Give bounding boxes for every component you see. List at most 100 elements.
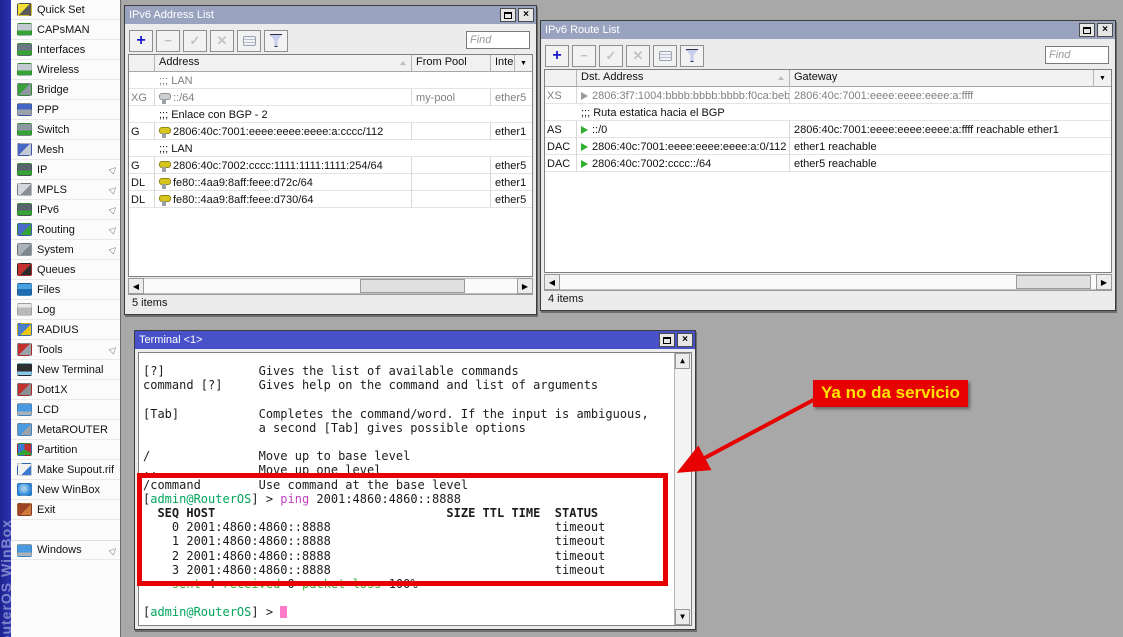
close-button[interactable]: ×: [677, 333, 693, 347]
sidebar-item-mesh[interactable]: Mesh: [11, 140, 120, 160]
filter-button[interactable]: [680, 45, 704, 67]
sidebar-item-partition[interactable]: Partition: [11, 440, 120, 460]
route-titlebar[interactable]: IPv6 Route List ×: [541, 21, 1115, 39]
enable-button[interactable]: ✓: [183, 30, 207, 52]
table-row[interactable]: G2806:40c:7001:eeee:eeee:eeee:a:cccc/112…: [129, 123, 532, 140]
interface-cell: ether1: [491, 174, 532, 191]
remove-button[interactable]: −: [572, 45, 596, 67]
close-button[interactable]: ×: [1097, 23, 1113, 37]
table-row[interactable]: ;;; LAN: [129, 72, 532, 89]
terminal-text: 2001:4860:4860::8888: [316, 492, 461, 506]
terminal-vscrollbar[interactable]: ▲ ▼: [674, 353, 691, 625]
scroll-left-icon[interactable]: ◀: [128, 278, 144, 294]
col-interface[interactable]: Interface: [491, 55, 515, 71]
terminal-text: [143, 577, 172, 591]
scroll-up-icon[interactable]: ▲: [675, 353, 690, 369]
sidebar-item-tools[interactable]: Tools▷: [11, 340, 120, 360]
close-button[interactable]: ×: [518, 8, 534, 22]
terminal-titlebar[interactable]: Terminal <1> ×: [135, 331, 695, 349]
col-from-pool[interactable]: From Pool: [412, 55, 491, 71]
table-row[interactable]: DLfe80::4aa9:8aff:feee:d730/64ether5: [129, 191, 532, 208]
filter-icon: [686, 49, 699, 62]
sidebar-item-new-winbox[interactable]: New WinBox: [11, 480, 120, 500]
table-row[interactable]: DAC2806:40c:7002:cccc::/64ether5 reachab…: [545, 155, 1111, 172]
maximize-button[interactable]: [659, 333, 675, 347]
sidebar-item-capsman[interactable]: CAPsMAN: [11, 20, 120, 40]
address-cell: 2806:40c:7002:cccc:1111:1111:1111:254/64: [155, 157, 412, 174]
scroll-left-icon[interactable]: ◀: [544, 274, 560, 290]
col-gateway[interactable]: Gateway: [790, 70, 1094, 86]
sidebar-item-routing[interactable]: Routing▷: [11, 220, 120, 240]
sidebar-item-radius[interactable]: RADIUS: [11, 320, 120, 340]
scroll-right-icon[interactable]: ▶: [1096, 274, 1112, 290]
sidebar-item-ipv6[interactable]: IPv6▷: [11, 200, 120, 220]
add-button[interactable]: +: [129, 30, 153, 52]
sidebar-item-mpls[interactable]: MPLS▷: [11, 180, 120, 200]
sidebar-item-lcd[interactable]: LCD: [11, 400, 120, 420]
table-row[interactable]: DAC2806:40c:7001:eeee:eeee:eeee:a:0/112e…: [545, 138, 1111, 155]
column-dropdown-button[interactable]: ▼: [515, 55, 532, 71]
table-row[interactable]: XG::/64my-poolether5: [129, 89, 532, 106]
disable-button[interactable]: ✕: [210, 30, 234, 52]
address-hscrollbar[interactable]: ◀ ▶: [128, 278, 533, 294]
col-address[interactable]: Address: [155, 55, 412, 71]
scroll-thumb[interactable]: [360, 279, 464, 293]
submenu-arrow-icon: ▷: [107, 163, 120, 176]
flags-cell: DL: [129, 191, 155, 208]
maximize-button[interactable]: [500, 8, 516, 22]
terminal-text: 2 2001:4860:4860::8888 timeout: [143, 549, 605, 563]
table-row[interactable]: XS2806:3f7:1004:bbbb:bbbb:bbbb:f0ca:bebe…: [545, 87, 1111, 104]
comment-button[interactable]: [237, 30, 261, 52]
files-icon: [17, 283, 32, 296]
sidebar-item-system[interactable]: System▷: [11, 240, 120, 260]
scroll-down-icon[interactable]: ▼: [675, 609, 690, 625]
sidebar-item-switch[interactable]: Switch: [11, 120, 120, 140]
sidebar-item-new-terminal[interactable]: New Terminal: [11, 360, 120, 380]
terminal-output[interactable]: ▲ ▼ [?] Gives the list of available comm…: [138, 352, 692, 626]
col-flags[interactable]: [545, 70, 577, 86]
table-row[interactable]: ;;; Enlace con BGP - 2: [129, 106, 532, 123]
terminal-line: 3 2001:4860:4860::8888 timeout: [143, 563, 671, 577]
route-hscrollbar[interactable]: ◀ ▶: [544, 274, 1112, 290]
sidebar-item-exit[interactable]: Exit: [11, 500, 120, 520]
sidebar-item-ip[interactable]: IP▷: [11, 160, 120, 180]
table-row[interactable]: ;;; Ruta estatica hacia el BGP: [545, 104, 1111, 121]
remove-button[interactable]: −: [156, 30, 180, 52]
col-dst-address[interactable]: Dst. Address: [577, 70, 790, 86]
sidebar-item-dot1x[interactable]: Dot1X: [11, 380, 120, 400]
table-row[interactable]: ;;; LAN: [129, 140, 532, 157]
maximize-button[interactable]: [1079, 23, 1095, 37]
add-button[interactable]: +: [545, 45, 569, 67]
route-icon: [581, 160, 588, 168]
find-input[interactable]: [1045, 46, 1109, 64]
terminal-line: a second [Tab] gives possible options: [143, 421, 671, 435]
submenu-arrow-icon: ▷: [107, 183, 120, 196]
disable-button[interactable]: ✕: [626, 45, 650, 67]
find-input[interactable]: [466, 31, 530, 49]
sidebar-item-ppp[interactable]: PPP: [11, 100, 120, 120]
sidebar-item-wireless[interactable]: Wireless: [11, 60, 120, 80]
sidebar-item-make-supout[interactable]: Make Supout.rif: [11, 460, 120, 480]
enable-button[interactable]: ✓: [599, 45, 623, 67]
remove-icon: −: [580, 49, 588, 62]
comment-button[interactable]: [653, 45, 677, 67]
table-row[interactable]: DLfe80::4aa9:8aff:feee:d72c/64ether1: [129, 174, 532, 191]
filter-button[interactable]: [264, 30, 288, 52]
sidebar-item-metarouter[interactable]: MetaROUTER: [11, 420, 120, 440]
sidebar-item-quick-set[interactable]: Quick Set: [11, 0, 120, 20]
sidebar-item-queues[interactable]: Queues: [11, 260, 120, 280]
sidebar-item-log[interactable]: Log: [11, 300, 120, 320]
sidebar-item-bridge[interactable]: Bridge: [11, 80, 120, 100]
address-titlebar[interactable]: IPv6 Address List ×: [125, 6, 536, 24]
table-row[interactable]: AS::/02806:40c:7001:eeee:eeee:eeee:a:fff…: [545, 121, 1111, 138]
sidebar-item-label: Make Supout.rif: [37, 464, 117, 476]
col-flags[interactable]: [129, 55, 155, 71]
scroll-thumb[interactable]: [1016, 275, 1091, 289]
sidebar-item-windows[interactable]: Windows▷: [11, 540, 120, 560]
scroll-right-icon[interactable]: ▶: [517, 278, 533, 294]
sidebar-item-interfaces[interactable]: Interfaces: [11, 40, 120, 60]
column-dropdown-button[interactable]: ▼: [1094, 70, 1111, 86]
sidebar-item-files[interactable]: Files: [11, 280, 120, 300]
sidebar-item-label: Routing: [37, 224, 105, 236]
table-row[interactable]: G2806:40c:7002:cccc:1111:1111:1111:254/6…: [129, 157, 532, 174]
